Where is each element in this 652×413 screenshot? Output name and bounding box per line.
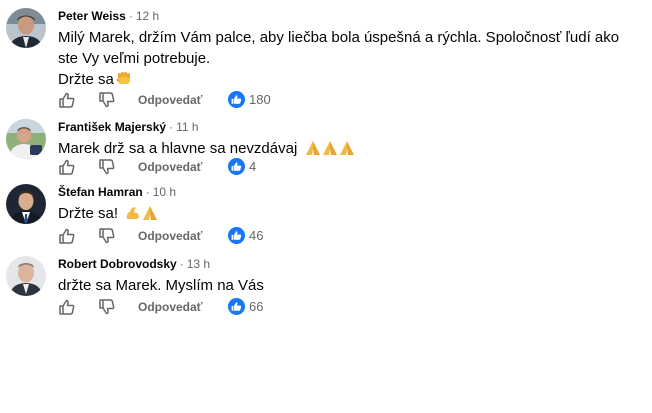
separator-dot: ·: [179, 257, 184, 271]
comment-line-with-emoji: Marek drž sa a hlavne sa nevzdávaj: [58, 138, 643, 162]
avatar[interactable]: [6, 8, 46, 48]
reaction-count: 66: [249, 299, 264, 314]
comment-line: Milý Marek, držím Vám palce, aby liečba …: [58, 29, 620, 67]
comment-text: držte sa Marek. Myslím na Vás: [58, 275, 643, 296]
comment-line: Marek drž sa a hlavne sa nevzdávaj: [58, 140, 298, 157]
thumbs-up-icon[interactable]: [58, 158, 76, 176]
separator-dot: ·: [169, 120, 174, 134]
avatar[interactable]: [6, 119, 46, 159]
thumbs-up-icon[interactable]: [58, 227, 76, 245]
avatar[interactable]: [6, 256, 46, 296]
author-name[interactable]: Robert Dobrovodsky: [58, 257, 177, 271]
comment-header: Robert Dobrovodsky · 13 h: [58, 256, 210, 272]
like-reaction-icon: [228, 158, 245, 175]
praying-hands-emoji: [322, 140, 338, 162]
comment-text: Milý Marek, držím Vám palce, aby liečba …: [58, 27, 643, 93]
timestamp[interactable]: 12 h: [136, 9, 159, 23]
reply-button[interactable]: Odpovedať: [138, 300, 202, 314]
like-reaction-icon: [228, 227, 245, 244]
comment-line-with-emoji: Držte sa!: [58, 203, 643, 227]
comment-line: Držte sa: [58, 71, 114, 88]
comment-text: Marek drž sa a hlavne sa nevzdávaj: [58, 138, 643, 162]
comment-line: držte sa Marek. Myslím na Vás: [58, 277, 264, 294]
fist-emoji: [115, 69, 133, 93]
praying-hands-emoji: [339, 140, 355, 162]
thumbs-down-icon[interactable]: [98, 91, 116, 109]
comment-text: Držte sa!: [58, 203, 643, 227]
reply-button[interactable]: Odpovedať: [138, 229, 202, 243]
author-name[interactable]: Štefan Hamran: [58, 185, 143, 199]
reaction-summary[interactable]: 46: [228, 227, 263, 244]
comment-header: František Majerský · 11 h: [58, 119, 199, 135]
avatar[interactable]: [6, 184, 46, 224]
reaction-summary[interactable]: 180: [228, 91, 271, 108]
thumbs-down-icon[interactable]: [98, 298, 116, 316]
reaction-count: 4: [249, 159, 257, 174]
flexed-biceps-emoji: [125, 205, 141, 227]
reaction-summary[interactable]: 4: [228, 158, 256, 175]
separator-dot: ·: [145, 185, 150, 199]
author-name[interactable]: Peter Weiss: [58, 9, 126, 23]
thumbs-down-icon[interactable]: [98, 158, 116, 176]
timestamp[interactable]: 13 h: [187, 257, 210, 271]
reaction-count: 46: [249, 228, 264, 243]
reply-button[interactable]: Odpovedať: [138, 93, 202, 107]
reaction-count: 180: [249, 92, 271, 107]
comment-line-with-emoji: Držte sa: [58, 69, 643, 93]
thumbs-down-icon[interactable]: [98, 227, 116, 245]
timestamp[interactable]: 10 h: [153, 185, 176, 199]
thumbs-up-icon[interactable]: [58, 91, 76, 109]
like-reaction-icon: [228, 91, 245, 108]
like-reaction-icon: [228, 298, 245, 315]
reply-button[interactable]: Odpovedať: [138, 160, 202, 174]
timestamp[interactable]: 11 h: [176, 120, 198, 134]
praying-hands-emoji: [305, 140, 321, 162]
comment-header: Peter Weiss · 12 h: [58, 8, 159, 24]
reaction-summary[interactable]: 66: [228, 298, 263, 315]
comment-header: Štefan Hamran · 10 h: [58, 184, 176, 200]
praying-hands-emoji: [142, 205, 158, 227]
author-name[interactable]: František Majerský: [58, 120, 166, 134]
comment-line: Držte sa!: [58, 205, 119, 222]
thumbs-up-icon[interactable]: [58, 298, 76, 316]
separator-dot: ·: [128, 9, 133, 23]
